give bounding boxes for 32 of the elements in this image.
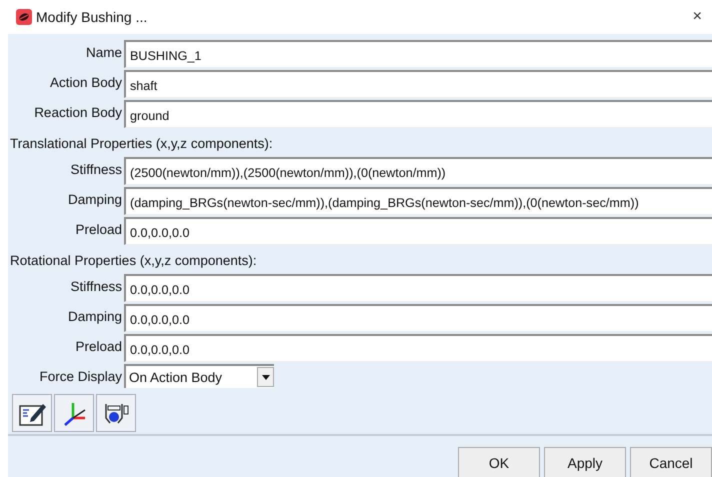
force-display-dropdown[interactable]: On Action Body — [124, 364, 274, 388]
field-label: Preload — [74, 338, 123, 356]
field-label: Action Body — [48, 74, 123, 92]
section-heading: Rotational Properties (x,y,z components): — [9, 252, 258, 270]
input-field[interactable]: 0.0,0.0,0.0 — [124, 334, 712, 362]
field-label: Damping — [66, 191, 123, 209]
input-field[interactable]: shaft — [124, 70, 712, 98]
field-label: Preload — [74, 221, 123, 239]
field-label: Damping — [66, 308, 123, 326]
input-field[interactable]: 0.0,0.0,0.0 — [124, 217, 712, 245]
input-field[interactable]: BUSHING_1 — [124, 40, 712, 68]
field-label: Reaction Body — [33, 104, 123, 122]
field-label: Force Display — [38, 368, 123, 386]
field-label: Name — [84, 44, 123, 62]
input-field[interactable]: (damping_BRGs(newton-sec/mm)),(damping_BRGs(newton-sec/mm)),(0(newton-sec/mm)) — [124, 187, 712, 215]
input-field[interactable]: 0.0,0.0,0.0 — [124, 304, 712, 332]
section-heading: Translational Properties (x,y,z components): — [9, 135, 274, 153]
input-field[interactable]: (2500(newton/mm)),(2500(newton/mm)),(0(newton/mm)) — [124, 157, 712, 185]
edit-toolbar-button[interactable] — [12, 394, 52, 432]
close-button[interactable]: × — [690, 8, 704, 26]
input-field[interactable]: 0.0,0.0,0.0 — [124, 274, 712, 302]
field-label: Stiffness — [69, 278, 123, 296]
dialog-button[interactable]: Cancel — [630, 447, 712, 477]
dialog-button[interactable]: OK — [458, 447, 540, 477]
caret-icon — [262, 374, 270, 380]
axes-toolbar-button[interactable] — [54, 394, 94, 432]
window-title: Modify Bushing ... — [36, 9, 148, 25]
input-field[interactable]: ground — [124, 100, 712, 128]
field-label: Stiffness — [69, 161, 123, 179]
bushing-toolbar-button[interactable] — [96, 394, 136, 432]
app-logo-icon — [16, 9, 32, 25]
dialog-button[interactable]: Apply — [544, 447, 626, 477]
